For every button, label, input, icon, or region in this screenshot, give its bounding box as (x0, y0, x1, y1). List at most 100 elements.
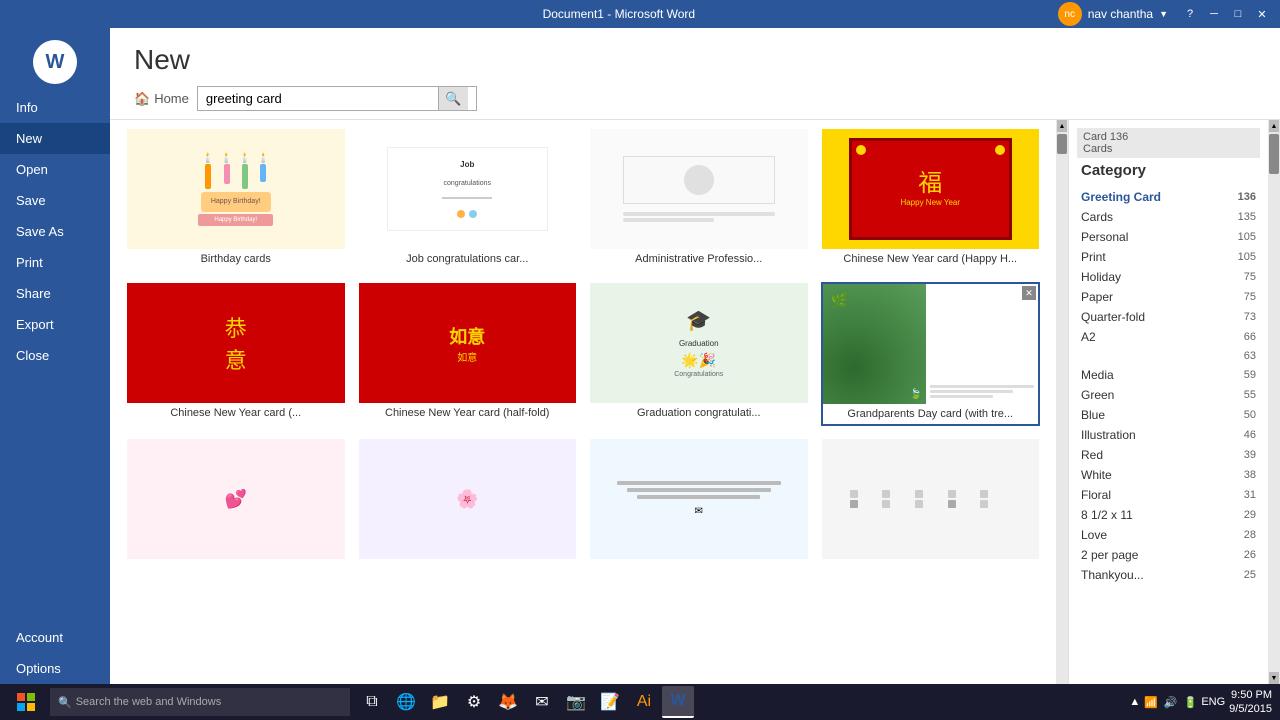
template-job[interactable]: Job congratulations Job congratulations … (358, 128, 578, 270)
category-item-blank1[interactable]: 63 (1077, 347, 1260, 365)
maximize-button[interactable]: □ (1228, 5, 1248, 23)
category-item-greeting-card[interactable]: Greeting Card 136 (1077, 187, 1260, 207)
category-count-greeting-card: 136 (1238, 191, 1256, 203)
category-label-red: Red (1081, 448, 1103, 462)
category-count-print: 105 (1238, 251, 1256, 263)
category-item-illustration[interactable]: Illustration 46 (1077, 425, 1260, 445)
camera-button[interactable]: 📷 (560, 686, 592, 718)
minimize-button[interactable]: ─ (1204, 5, 1224, 23)
category-highlight-line1: Card 136 (1083, 131, 1254, 143)
category-item-personal[interactable]: Personal 105 (1077, 227, 1260, 247)
task-view-button[interactable]: ⧉ (356, 686, 388, 718)
home-link[interactable]: 🏠 Home (134, 91, 189, 107)
category-scrollbar[interactable]: ▲ (1056, 120, 1068, 684)
template-bottom-2[interactable]: 🌸 (358, 438, 578, 568)
category-highlight-line2: Cards (1083, 143, 1254, 155)
window-title: Document1 - Microsoft Word (188, 7, 1050, 21)
template-label-chinese-ny: Chinese New Year card (Happy H... (822, 249, 1040, 269)
template-bottom-4[interactable] (821, 438, 1041, 568)
category-item-green[interactable]: Green 55 (1077, 385, 1260, 405)
notes-button[interactable]: 📝 (594, 686, 626, 718)
sidebar-item-options[interactable]: Options (0, 653, 110, 684)
tray-time: 9:50 PM 9/5/2015 (1229, 688, 1272, 717)
browser2-button[interactable]: 🦊 (492, 686, 524, 718)
sidebar-item-open[interactable]: Open (0, 154, 110, 185)
taskbar-tray: ▲ 📶 🔊 🔋 ENG 9:50 PM 9/5/2015 (1125, 688, 1276, 717)
taskbar-apps: ⧉ 🌐 📁 ⚙ 🦊 ✉ 📷 📝 Ai W (356, 686, 694, 718)
category-item-love[interactable]: Love 28 (1077, 525, 1260, 545)
template-bottom-1[interactable]: 💕 (126, 438, 346, 568)
category-count-blue: 50 (1244, 409, 1256, 421)
category-label-love: Love (1081, 528, 1107, 542)
template-thumb-grandparents: 🌿 🍃 ✕ Chinese New Year card (Happy Holid… (823, 284, 1039, 404)
search-input[interactable] (198, 87, 438, 110)
category-item-paper[interactable]: Paper 75 (1077, 287, 1260, 307)
category-count-red: 39 (1244, 449, 1256, 461)
category-item-cards[interactable]: Cards 135 (1077, 207, 1260, 227)
search-bar: 🏠 Home 🔍 (134, 86, 1256, 111)
template-thumb-chinese-ny: 福 Happy New Year (822, 129, 1040, 249)
category-item-media[interactable]: Media 59 (1077, 365, 1260, 385)
category-item-2-per-page[interactable]: 2 per page 26 (1077, 545, 1260, 565)
template-label-chinese-red: Chinese New Year card (... (127, 403, 345, 423)
template-graduation[interactable]: 🎓 Graduation 🌟🎉 Congratulations Graduati… (589, 282, 809, 426)
word-button[interactable]: W (662, 686, 694, 718)
search-button[interactable]: 🔍 (438, 87, 468, 110)
category-label-cards: Cards (1081, 210, 1113, 224)
category-item-floral[interactable]: Floral 31 (1077, 485, 1260, 505)
battery-icon: 🔋 (1184, 696, 1198, 709)
category-label-personal: Personal (1081, 230, 1128, 244)
edge-button[interactable]: 🌐 (390, 686, 422, 718)
file-explorer-button[interactable]: 📁 (424, 686, 456, 718)
template-chinese-half[interactable]: 如意 如意 Chinese New Year card (half-fold) (358, 282, 578, 426)
template-close-button[interactable]: ✕ (1022, 286, 1036, 300)
sidebar-item-account[interactable]: Account (0, 622, 110, 653)
taskbar-search[interactable]: 🔍 Search the web and Windows (50, 688, 350, 716)
close-button[interactable]: ✕ (1252, 5, 1272, 23)
template-admin[interactable]: Administrative Professio... (589, 128, 809, 270)
illustrator-button[interactable]: Ai (628, 686, 660, 718)
category-item-print[interactable]: Print 105 (1077, 247, 1260, 267)
tray-expand-icon[interactable]: ▲ (1129, 696, 1140, 708)
template-thumb-birthday: 🕯️ 🕯️ 🕯️ (127, 129, 345, 249)
template-label-bottom-1 (127, 559, 345, 567)
template-thumb-graduation: 🎓 Graduation 🌟🎉 Congratulations (590, 283, 808, 403)
category-item-thankyou[interactable]: Thankyou... 25 (1077, 565, 1260, 585)
category-item-holiday[interactable]: Holiday 75 (1077, 267, 1260, 287)
mail-button[interactable]: ✉ (526, 686, 558, 718)
template-birthday[interactable]: 🕯️ 🕯️ 🕯️ (126, 128, 346, 270)
sidebar-item-print[interactable]: Print (0, 247, 110, 278)
category-count-thankyou: 25 (1244, 569, 1256, 581)
chrome-button[interactable]: ⚙ (458, 686, 490, 718)
content-area: New 🏠 Home 🔍 (110, 28, 1280, 684)
sidebar-item-close[interactable]: Close (0, 340, 110, 371)
sidebar-item-save-as[interactable]: Save As (0, 216, 110, 247)
username: nav chantha (1088, 7, 1153, 21)
category-item-quarter-fold[interactable]: Quarter-fold 73 (1077, 307, 1260, 327)
help-button[interactable]: ? (1180, 5, 1200, 23)
start-button[interactable] (4, 686, 48, 718)
category-item-8-5x11[interactable]: 8 1/2 x 11 29 (1077, 505, 1260, 525)
template-bottom-3[interactable]: ✉ (589, 438, 809, 568)
sidebar-item-save[interactable]: Save (0, 185, 110, 216)
template-thumb-chinese-half: 如意 如意 (359, 283, 577, 403)
sidebar-item-export[interactable]: Export (0, 309, 110, 340)
sidebar-item-new[interactable]: New (0, 123, 110, 154)
template-chinese-red[interactable]: 恭 意 Chinese New Year card (... (126, 282, 346, 426)
category-item-red[interactable]: Red 39 (1077, 445, 1260, 465)
category-label-white: White (1081, 468, 1112, 482)
right-scrollbar[interactable]: ▲ ▼ (1268, 120, 1280, 684)
category-item-white[interactable]: White 38 (1077, 465, 1260, 485)
chevron-down-icon[interactable]: ▼ (1159, 9, 1168, 19)
sidebar-item-info[interactable]: Info (0, 92, 110, 123)
template-label-bottom-2 (359, 559, 577, 567)
template-grandparents[interactable]: 🌿 🍃 ✕ Chinese New Year card (Happy Holid… (821, 282, 1041, 426)
template-thumb-bottom-4 (822, 439, 1040, 559)
category-label-green: Green (1081, 388, 1114, 402)
sidebar-item-share[interactable]: Share (0, 278, 110, 309)
template-label-graduation: Graduation congratulati... (590, 403, 808, 423)
template-chinese-ny[interactable]: 福 Happy New Year Chinese New Year card (… (821, 128, 1041, 270)
windows-icon (16, 692, 36, 712)
category-item-a2[interactable]: A2 66 (1077, 327, 1260, 347)
category-item-blue[interactable]: Blue 50 (1077, 405, 1260, 425)
